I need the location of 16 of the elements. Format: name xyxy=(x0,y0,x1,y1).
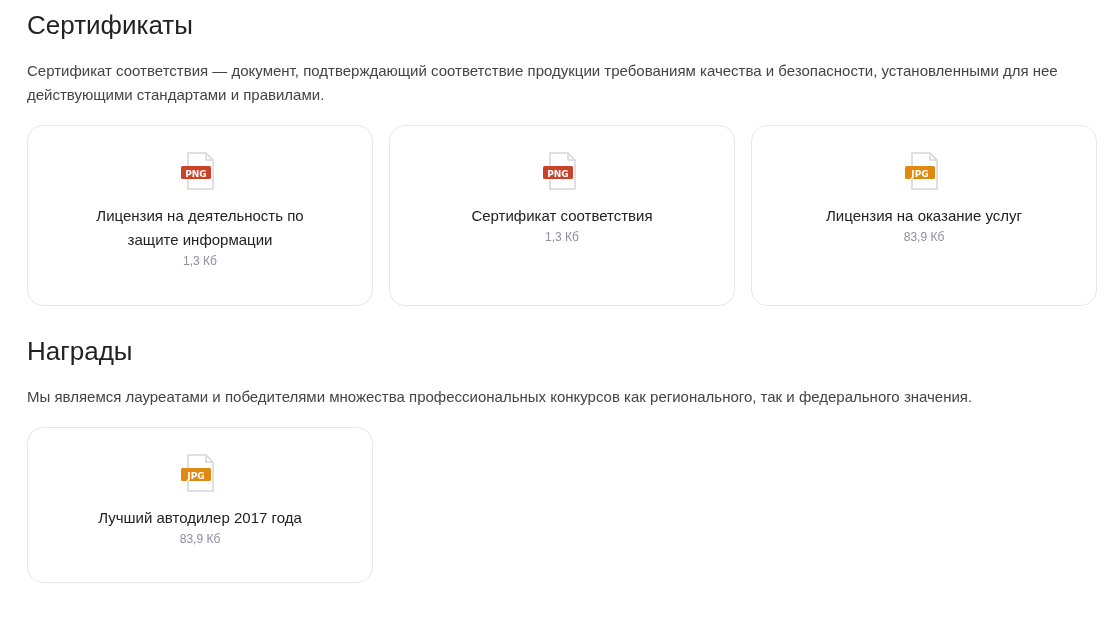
file-name[interactable]: Лицензия на оказание услуг xyxy=(826,204,1022,228)
file-size: 1,3 Кб xyxy=(183,254,217,268)
section-description: Мы являемся лауреатами и победителями множества профессиональных конкурсов как регионального, так и федерального значения. xyxy=(27,387,974,407)
file-name[interactable]: Сертификат соответствия xyxy=(471,204,653,228)
file-name[interactable]: Лицензия на деятельность по защите информации xyxy=(75,204,325,252)
format-badge: PNG xyxy=(543,166,573,179)
file-size: 1,3 Кб xyxy=(545,230,579,244)
file-size: 83,9 Кб xyxy=(903,230,945,244)
format-badge: JPG xyxy=(181,468,211,481)
format-badge: PNG xyxy=(181,166,211,179)
section-heading: Награды xyxy=(27,335,134,368)
section-heading: Сертификаты xyxy=(27,9,194,42)
section-description: Сертификат соответствия — документ, подтверждающий соответствие продукции требованиям качества и безопасности, установленными для нее действующими стандартами и правилами. xyxy=(27,61,1059,105)
file-size: 83,9 Кб xyxy=(179,532,221,546)
format-badge: JPG xyxy=(905,166,935,179)
file-name[interactable]: Лучший автодилер 2017 года xyxy=(98,506,302,530)
